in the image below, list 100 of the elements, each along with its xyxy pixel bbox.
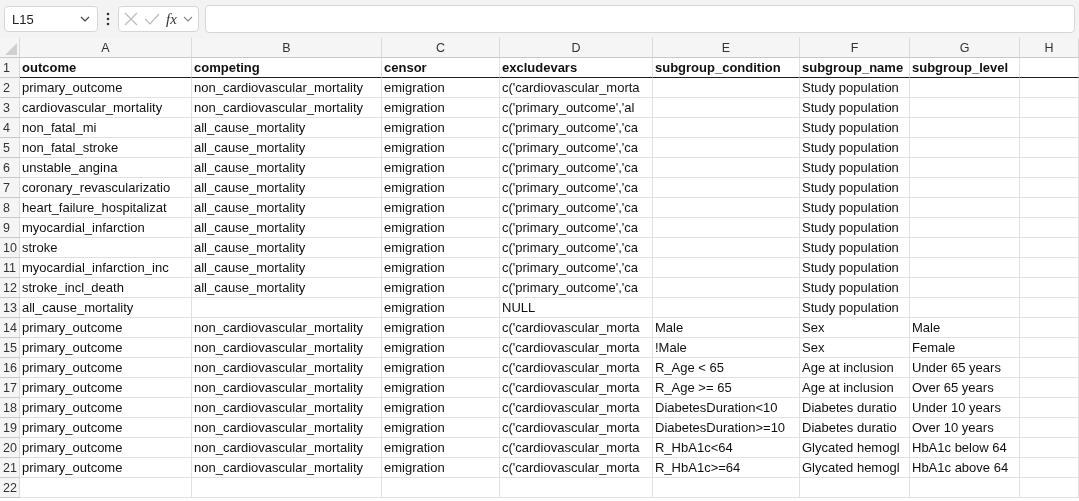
column-header[interactable]: B (282, 40, 291, 55)
table-cell[interactable] (1020, 438, 1079, 458)
caret-icon[interactable] (182, 16, 193, 22)
table-cell[interactable] (1020, 158, 1079, 178)
table-cell[interactable]: heart_failure_hospitalizat (20, 198, 192, 218)
table-cell[interactable]: coronary_revascularizatio (20, 178, 192, 198)
table-cell[interactable]: Study population (800, 258, 910, 278)
table-cell[interactable]: DiabetesDuration>=10 (653, 418, 800, 438)
table-cell[interactable]: Over 65 years (910, 378, 1020, 398)
table-cell[interactable]: emigration (382, 298, 500, 318)
table-cell[interactable]: emigration (382, 318, 500, 338)
table-cell[interactable] (1020, 118, 1079, 138)
table-cell[interactable] (910, 298, 1020, 318)
table-cell[interactable]: unstable_angina (20, 158, 192, 178)
table-cell[interactable]: non_fatal_mi (20, 118, 192, 138)
table-cell[interactable] (910, 178, 1020, 198)
table-cell[interactable]: Glycated hemogl (800, 458, 910, 478)
table-cell[interactable]: Over 10 years (910, 418, 1020, 438)
table-cell[interactable]: Age at inclusion (800, 378, 910, 398)
heading-cell[interactable]: subgroup_name (800, 58, 910, 78)
table-cell[interactable]: Female (910, 338, 1020, 358)
table-cell[interactable] (1020, 178, 1079, 198)
table-cell[interactable]: primary_outcome (20, 378, 192, 398)
table-cell[interactable] (1020, 138, 1079, 158)
more-icon[interactable] (106, 12, 110, 26)
table-cell[interactable] (1020, 198, 1079, 218)
table-cell[interactable]: Study population (800, 298, 910, 318)
table-cell[interactable]: Sex (800, 338, 910, 358)
table-cell[interactable] (653, 478, 800, 498)
table-cell[interactable]: c('primary_outcome','al (500, 98, 653, 118)
table-cell[interactable] (910, 138, 1020, 158)
table-cell[interactable] (653, 178, 800, 198)
table-cell[interactable] (1020, 78, 1079, 98)
table-cell[interactable]: c('primary_outcome','ca (500, 158, 653, 178)
table-cell[interactable]: c('primary_outcome','ca (500, 278, 653, 298)
table-cell[interactable]: HbA1c above 64 (910, 458, 1020, 478)
heading-cell[interactable]: subgroup_level (910, 58, 1020, 78)
table-cell[interactable]: c('primary_outcome','ca (500, 218, 653, 238)
heading-cell[interactable]: competing (192, 58, 382, 78)
table-cell[interactable]: c('primary_outcome','ca (500, 178, 653, 198)
table-cell[interactable] (500, 478, 653, 498)
table-cell[interactable] (1020, 218, 1079, 238)
table-cell[interactable]: all_cause_mortality (192, 158, 382, 178)
table-cell[interactable]: emigration (382, 118, 500, 138)
table-cell[interactable]: primary_outcome (20, 418, 192, 438)
table-cell[interactable]: Under 10 years (910, 398, 1020, 418)
table-cell[interactable]: primary_outcome (20, 318, 192, 338)
table-cell[interactable] (910, 238, 1020, 258)
table-cell[interactable]: c('cardiovascular_morta (500, 398, 653, 418)
table-cell[interactable]: emigration (382, 178, 500, 198)
select-all-icon[interactable] (5, 43, 17, 55)
table-cell[interactable] (800, 478, 910, 498)
table-cell[interactable]: Diabetes duratio (800, 398, 910, 418)
table-cell[interactable]: DiabetesDuration<10 (653, 398, 800, 418)
table-cell[interactable]: c('cardiovascular_morta (500, 418, 653, 438)
table-cell[interactable] (1020, 398, 1079, 418)
table-cell[interactable]: R_HbA1c>=64 (653, 458, 800, 478)
table-cell[interactable]: non_cardiovascular_mortality (192, 338, 382, 358)
table-cell[interactable] (1020, 418, 1079, 438)
table-cell[interactable]: Study population (800, 218, 910, 238)
table-cell[interactable] (1020, 238, 1079, 258)
table-cell[interactable] (910, 198, 1020, 218)
heading-cell[interactable]: excludevars (500, 58, 653, 78)
table-cell[interactable]: R_Age >= 65 (653, 378, 800, 398)
table-cell[interactable]: HbA1c below 64 (910, 438, 1020, 458)
table-cell[interactable]: Study population (800, 278, 910, 298)
table-cell[interactable] (653, 278, 800, 298)
table-cell[interactable]: Male (910, 318, 1020, 338)
table-cell[interactable]: emigration (382, 78, 500, 98)
table-cell[interactable] (653, 298, 800, 318)
heading-cell[interactable]: subgroup_condition (653, 58, 800, 78)
table-cell[interactable]: emigration (382, 418, 500, 438)
table-cell[interactable]: Sex (800, 318, 910, 338)
table-cell[interactable] (1020, 258, 1079, 278)
table-cell[interactable]: c('primary_outcome','ca (500, 198, 653, 218)
table-cell[interactable] (653, 258, 800, 278)
table-cell[interactable] (653, 98, 800, 118)
cancel-icon[interactable] (124, 12, 138, 26)
table-cell[interactable]: non_cardiovascular_mortality (192, 78, 382, 98)
table-cell[interactable]: emigration (382, 438, 500, 458)
table-cell[interactable]: non_cardiovascular_mortality (192, 438, 382, 458)
table-cell[interactable] (1020, 378, 1079, 398)
table-cell[interactable] (1020, 278, 1079, 298)
table-cell[interactable]: non_cardiovascular_mortality (192, 378, 382, 398)
table-cell[interactable]: cardiovascular_mortality (20, 98, 192, 118)
column-header[interactable]: D (571, 40, 581, 55)
table-cell[interactable]: primary_outcome (20, 78, 192, 98)
table-cell[interactable] (910, 158, 1020, 178)
table-cell[interactable]: all_cause_mortality (192, 238, 382, 258)
table-cell[interactable] (653, 218, 800, 238)
table-cell[interactable]: primary_outcome (20, 458, 192, 478)
table-cell[interactable]: all_cause_mortality (20, 298, 192, 318)
table-cell[interactable]: Study population (800, 238, 910, 258)
table-cell[interactable]: all_cause_mortality (192, 138, 382, 158)
table-cell[interactable]: primary_outcome (20, 358, 192, 378)
table-cell[interactable]: c('primary_outcome','ca (500, 138, 653, 158)
column-header[interactable]: G (959, 40, 970, 55)
heading-cell[interactable]: outcome (20, 58, 192, 78)
table-cell[interactable] (910, 478, 1020, 498)
table-cell[interactable] (653, 118, 800, 138)
